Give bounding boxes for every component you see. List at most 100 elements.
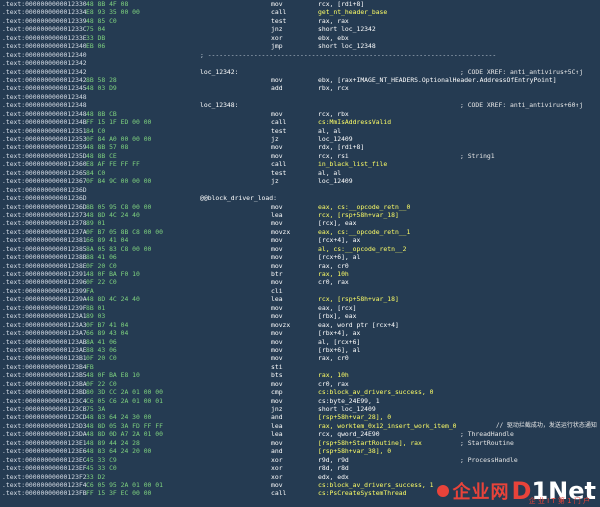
address: .text:000000000001236D bbox=[2, 202, 87, 211]
operands: short loc_12409 bbox=[318, 405, 376, 413]
listing-row[interactable]: .text:00000000000123AE 88 43 06 mov [rbx+6]… bbox=[0, 346, 600, 354]
address: .text:000000000001233C bbox=[2, 25, 87, 34]
listing-row[interactable]: .text:0000000000012342 loc_12342: ; CODE X… bbox=[0, 68, 600, 76]
listing-row[interactable]: .text:0000000000012359 48 8B 57 08 mov rdx,… bbox=[0, 143, 600, 151]
listing-row[interactable]: .text:0000000000012334 E8 93 35 00 00 call… bbox=[0, 8, 600, 16]
listing-row[interactable]: .text:00000000000123DA 48 8D 0D A7 2A 01 … bbox=[0, 430, 600, 438]
listing-row[interactable]: .text:0000000000012351 84 C0 test al, al bbox=[0, 127, 600, 135]
address: .text:0000000000012342 bbox=[2, 67, 87, 76]
listing-row[interactable]: .text:00000000000123BA 0F 22 C0 mov cr0, ra… bbox=[0, 380, 600, 388]
operands: [rcx+6], al bbox=[318, 253, 361, 262]
address: .text:000000000001234B bbox=[2, 118, 87, 127]
listing-row[interactable]: .text:00000000000123EF 45 33 C0 xor r8d, r8… bbox=[0, 464, 600, 472]
listing-row[interactable]: .text:00000000000123EC 45 33 C9 xor r9d, r9… bbox=[0, 456, 600, 464]
listing-row[interactable]: .text:0000000000012360 E8 AF FE FF FF call… bbox=[0, 160, 600, 168]
listing-row[interactable]: .text:00000000000123E1 48 89 44 24 28 mov [… bbox=[0, 439, 600, 447]
listing-row[interactable]: .text:000000000001233E 33 DB xor ebx, ebx bbox=[0, 34, 600, 42]
operands: eax, word ptr [rcx+4] bbox=[318, 320, 399, 329]
address: .text:000000000001239F bbox=[2, 303, 87, 312]
listing-row[interactable]: .text:000000000001235D 48 8B CE mov rcx, rs… bbox=[0, 152, 600, 160]
listing-row[interactable]: .text:00000000000123B5 48 0F BA E8 10 bts r… bbox=[0, 371, 600, 379]
listing-row[interactable]: .text:00000000000123CD 48 83 64 24 30 00 a… bbox=[0, 413, 600, 421]
listing-row[interactable]: .text:000000000001238E 0F 20 C0 mov rax, cr… bbox=[0, 262, 600, 270]
listing-row[interactable]: .text:000000000001236D bbox=[0, 186, 600, 194]
operands: [rsp+58h+var_38], 0 bbox=[318, 447, 392, 456]
opcode-bytes: FF 15 1F ED 00 00 bbox=[86, 118, 152, 127]
address: .text:0000000000012339 bbox=[2, 16, 87, 25]
listing-row[interactable]: .text:000000000001237A 0F B7 05 8B C8 00 … bbox=[0, 228, 600, 236]
listing-row[interactable]: .text:0000000000012340 EB 06 jmp short loc_… bbox=[0, 42, 600, 50]
mnemonic: movzx bbox=[271, 227, 291, 236]
listing-row[interactable]: .text:00000000000123B4 FB sti bbox=[0, 363, 600, 371]
listing-row[interactable]: .text:0000000000012342 8B 58 28 mov ebx, [r… bbox=[0, 76, 600, 84]
comment: ; StartRoutine bbox=[460, 438, 514, 447]
address: .text:0000000000012348 bbox=[2, 109, 87, 118]
listing-row[interactable]: .text:00000000000123CB 75 3A jnz short loc_… bbox=[0, 405, 600, 413]
listing-row[interactable]: .text:0000000000012378 89 01 mov [rcx], eax bbox=[0, 219, 600, 227]
mnemonic: mov bbox=[271, 354, 283, 363]
listing-row[interactable]: .text:000000000001236D @@block_driver_loa… bbox=[0, 194, 600, 202]
listing-row[interactable]: .text:00000000000123D3 48 8D 05 3A FD FF … bbox=[0, 422, 600, 430]
opcode-bytes: 48 8B CB bbox=[86, 109, 117, 118]
address: .text:0000000000012373 bbox=[2, 210, 87, 219]
listing-row[interactable]: .text:000000000001239A 48 8D 4C 24 40 lea r… bbox=[0, 295, 600, 303]
opcode-bytes: 48 8B 4F 08 bbox=[86, 0, 129, 8]
listing-row[interactable]: .text:0000000000012348 48 8B CB mov rcx, rb… bbox=[0, 110, 600, 118]
listing-row[interactable]: .text:000000000001238B 88 41 06 mov [rcx+6]… bbox=[0, 253, 600, 261]
mnemonic: btr bbox=[271, 270, 283, 278]
listing-row[interactable]: .text:00000000000123BD 80 3D CC 2A 01 00 … bbox=[0, 388, 600, 396]
listing-row[interactable]: .text:0000000000012340 ; ----------------… bbox=[0, 51, 600, 59]
listing-row[interactable]: .text:00000000000123A3 0F B7 41 04 movzx ea… bbox=[0, 321, 600, 329]
comment: // 驱动拦截成功，发送运行状态通知 0x12 bbox=[496, 421, 600, 429]
listing-row[interactable]: .text:0000000000012348 bbox=[0, 93, 600, 101]
operands: ebx, [rax+IMAGE_NT_HEADERS.OptionalHeade… bbox=[318, 75, 557, 84]
listing-row[interactable]: .text:00000000000123B1 0F 20 C0 mov rax, cr… bbox=[0, 354, 600, 362]
listing-row[interactable]: .text:00000000000123E6 48 83 64 24 20 00 a… bbox=[0, 447, 600, 455]
listing-row[interactable]: .text:0000000000012365 84 C0 test al, al bbox=[0, 169, 600, 177]
address: .text:00000000000123A7 bbox=[2, 329, 87, 338]
mnemonic: add bbox=[271, 84, 283, 93]
listing-row[interactable]: .text:000000000001233C 75 04 jnz short loc_… bbox=[0, 25, 600, 33]
operands: edx, edx bbox=[318, 472, 349, 481]
listing-row[interactable]: .text:0000000000012385 8A 05 83 C8 00 00 m… bbox=[0, 245, 600, 253]
listing-row[interactable]: .text:000000000001236D 8B 05 95 C8 00 00 m… bbox=[0, 203, 600, 211]
address: .text:00000000000123A3 bbox=[2, 320, 87, 329]
listing-row[interactable]: .text:0000000000012342 bbox=[0, 59, 600, 67]
mnemonic: call bbox=[271, 118, 287, 127]
listing-row[interactable]: .text:0000000000012399 FA cli bbox=[0, 287, 600, 295]
listing-row[interactable]: .text:00000000000123C4 C6 05 C6 2A 01 00 … bbox=[0, 397, 600, 405]
address: .text:00000000000123B1 bbox=[2, 354, 87, 363]
mnemonic: mov bbox=[271, 480, 283, 489]
listing-row[interactable]: .text:0000000000012339 48 85 C0 test rax, r… bbox=[0, 17, 600, 25]
opcode-bytes: 89 03 bbox=[86, 312, 106, 321]
opcode-bytes: 48 8B CE bbox=[86, 151, 117, 160]
listing-row[interactable]: .text:000000000001234B FF 15 1F ED 00 00 c… bbox=[0, 118, 600, 126]
address: .text:000000000001237A bbox=[2, 227, 87, 236]
mnemonic: xor bbox=[271, 33, 283, 42]
opcode-bytes: FA bbox=[86, 286, 94, 295]
listing-row[interactable]: .text:0000000000012391 48 0F BA F0 10 btr r… bbox=[0, 270, 600, 278]
watermark: 企业网 D1Net 企 业 I T 第 1 门 户 bbox=[436, 477, 596, 505]
mnemonic: mov bbox=[271, 236, 283, 245]
listing-row[interactable]: .text:00000000000123A1 89 03 mov [rbx], eax bbox=[0, 312, 600, 320]
listing-row[interactable]: .text:000000000001239F 8B 01 mov eax, [rcx] bbox=[0, 304, 600, 312]
listing-row[interactable]: .text:0000000000012345 48 03 D9 add rbx, rc… bbox=[0, 84, 600, 92]
listing-row[interactable]: .text:0000000000012381 66 89 41 04 mov [rcx… bbox=[0, 236, 600, 244]
address: .text:00000000000123EF bbox=[2, 464, 87, 473]
operands: [rbx+6], al bbox=[318, 345, 361, 354]
listing-row[interactable]: .text:0000000000012396 0F 22 C0 mov cr0, ra… bbox=[0, 278, 600, 286]
address: .text:00000000000123DA bbox=[2, 430, 87, 439]
disassembly-listing[interactable]: .text:0000000000012330 48 8B 4F 08 mov rcx,… bbox=[0, 0, 600, 507]
listing-row[interactable]: .text:00000000000123A7 66 89 43 04 mov [rbx… bbox=[0, 329, 600, 337]
listing-row[interactable]: .text:00000000000123AB 8A 41 06 mov al, [rc… bbox=[0, 338, 600, 346]
listing-row[interactable]: .text:0000000000012367 0F 84 9C 00 00 00 j… bbox=[0, 177, 600, 185]
operands: [rcx+4], ax bbox=[318, 236, 361, 245]
opcode-bytes: 0F 20 C0 bbox=[86, 261, 117, 270]
listing-row[interactable]: .text:0000000000012373 48 8D 4C 24 40 lea r… bbox=[0, 211, 600, 219]
opcode-bytes: 89 01 bbox=[86, 219, 106, 228]
listing-row[interactable]: .text:0000000000012348 loc_12348: ; CODE X… bbox=[0, 101, 600, 109]
listing-row[interactable]: .text:0000000000012353 0F 84 A0 00 00 00 j… bbox=[0, 135, 600, 143]
listing-row[interactable]: .text:0000000000012330 48 8B 4F 08 mov rcx,… bbox=[0, 0, 600, 8]
mnemonic: xor bbox=[271, 455, 283, 464]
opcode-bytes: 48 8B 57 08 bbox=[86, 143, 129, 152]
